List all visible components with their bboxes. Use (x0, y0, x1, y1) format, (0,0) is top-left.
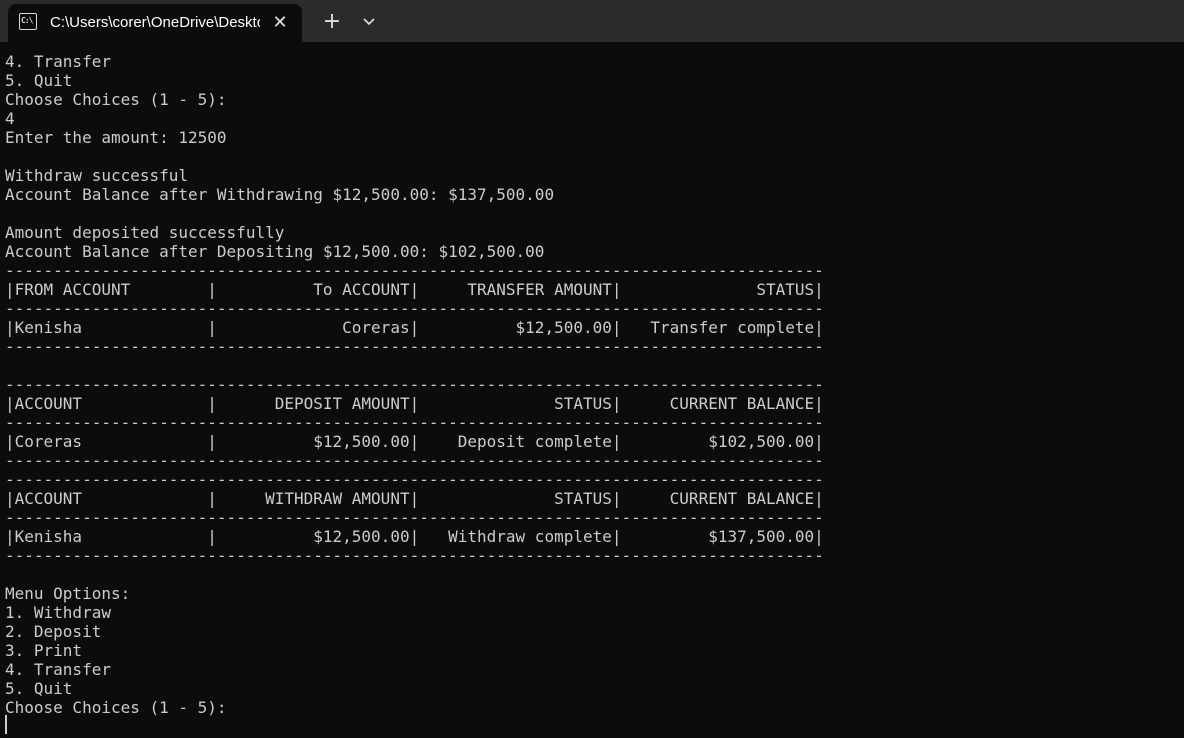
text-cursor (5, 715, 7, 734)
terminal-line: ----------------------------------------… (5, 451, 824, 470)
terminal-line: 4. Transfer (5, 660, 111, 679)
terminal-line: ----------------------------------------… (5, 508, 824, 527)
terminal-line: |Coreras | $12,500.00| Deposit complete|… (5, 432, 824, 451)
terminal-line: ----------------------------------------… (5, 337, 824, 356)
terminal-line: ----------------------------------------… (5, 470, 824, 489)
terminal-line: |ACCOUNT | WITHDRAW AMOUNT| STATUS| CURR… (5, 489, 824, 508)
terminal-line: Choose Choices (1 - 5): (5, 90, 227, 109)
plus-icon[interactable]: + (318, 9, 346, 35)
terminal-line: Account Balance after Withdrawing $12,50… (5, 185, 555, 204)
terminal-line: Menu Options: (5, 584, 131, 603)
terminal-line: 4. Transfer (5, 52, 111, 71)
terminal-line: |FROM ACCOUNT | To ACCOUNT| TRANSFER AMO… (5, 280, 824, 299)
terminal-line: 5. Quit (5, 71, 73, 90)
terminal-line: Withdraw successful (5, 166, 189, 185)
title-bar: C:\ C:\Users\corer\OneDrive\Desktop ✕ + (0, 0, 1184, 42)
terminal-tab[interactable]: C:\ C:\Users\corer\OneDrive\Desktop ✕ (8, 4, 302, 42)
terminal-line: ----------------------------------------… (5, 413, 824, 432)
chevron-down-icon[interactable] (356, 9, 382, 35)
terminal-line: |Kenisha | $12,500.00| Withdraw complete… (5, 527, 824, 546)
close-icon[interactable]: ✕ (268, 12, 292, 34)
terminal-line: 3. Print (5, 641, 83, 660)
terminal-line: |ACCOUNT | DEPOSIT AMOUNT| STATUS| CURRE… (5, 394, 824, 413)
terminal-line: ----------------------------------------… (5, 375, 824, 394)
terminal-line: 5. Quit (5, 679, 73, 698)
terminal-output[interactable]: 4. Transfer 5. Quit Choose Choices (1 - 5)… (5, 52, 1175, 736)
terminal-line: 2. Deposit (5, 622, 102, 641)
terminal-line: Choose Choices (1 - 5): (5, 698, 227, 717)
terminal-line: Enter the amount: 12500 (5, 128, 227, 147)
terminal-line: |Kenisha | Coreras| $12,500.00| Transfer… (5, 318, 824, 337)
terminal-line: ----------------------------------------… (5, 299, 824, 318)
terminal-icon: C:\ (19, 13, 37, 30)
terminal-line: 1. Withdraw (5, 603, 111, 622)
terminal-line: ----------------------------------------… (5, 261, 824, 280)
terminal-line: 4 (5, 109, 15, 128)
tab-title: C:\Users\corer\OneDrive\Desktop (50, 14, 260, 31)
terminal-line: ----------------------------------------… (5, 546, 824, 565)
terminal-line: Amount deposited successfully (5, 223, 285, 242)
terminal-line: Account Balance after Depositing $12,500… (5, 242, 545, 261)
